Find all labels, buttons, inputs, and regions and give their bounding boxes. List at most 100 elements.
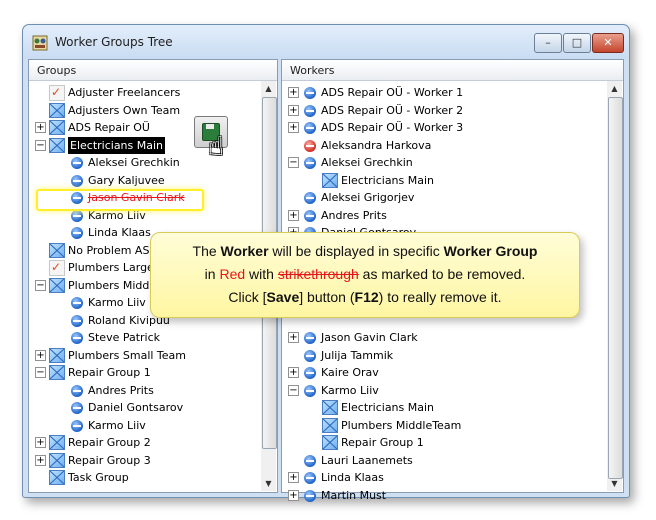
callout-line-1: The Worker will be displayed in specific…: [192, 243, 538, 259]
tree-row[interactable]: + ADS Repair OÜ - Worker 1: [282, 84, 512, 101]
group-icon: [322, 172, 338, 188]
maximize-icon: □: [571, 36, 583, 49]
tree-row-label: Martin Must: [321, 488, 387, 502]
group-icon: [49, 347, 65, 363]
person-icon: [71, 384, 83, 397]
expand-icon[interactable]: +: [288, 489, 299, 501]
removed-worker-highlight: [36, 189, 204, 211]
person-red-icon: [304, 139, 316, 152]
workers-header[interactable]: Workers: [282, 60, 623, 81]
tree-row-label: Aleksei Grigorjev: [321, 191, 415, 204]
person-icon: [71, 332, 83, 344]
close-button[interactable]: ✕: [592, 33, 624, 53]
tree-row[interactable]: Aleksei Grechkin: [29, 154, 259, 171]
tree-row[interactable]: + ADS Repair OÜ - Worker 2: [282, 102, 512, 119]
tree-row[interactable]: Julija Tammik: [282, 347, 512, 364]
minimize-icon: –: [545, 36, 551, 49]
tree-row[interactable]: + Linda Klaas: [282, 469, 512, 486]
workers-scrollbar[interactable]: ▲ ▼: [607, 81, 623, 491]
expand-icon[interactable]: +: [288, 104, 299, 116]
expand-icon[interactable]: +: [288, 367, 299, 378]
tree-row[interactable]: Steve Patrick: [29, 329, 259, 346]
close-icon: ✕: [603, 36, 613, 49]
tree-row-label: Linda Klaas: [321, 471, 384, 484]
expand-icon[interactable]: +: [288, 472, 299, 483]
expand-icon[interactable]: +: [35, 454, 46, 466]
tree-row[interactable]: + Kaire Orav: [282, 364, 512, 381]
tree-row[interactable]: + ADS Repair OÜ - Worker 3: [282, 119, 512, 136]
collapse-icon[interactable]: −: [35, 139, 46, 151]
maximize-button[interactable]: □: [563, 33, 591, 53]
tree-app-icon: [32, 35, 48, 51]
expand-icon[interactable]: +: [288, 209, 299, 221]
tree-row-label: Andres Prits: [321, 208, 387, 222]
tree-row-label: Aleksandra Harkova: [321, 138, 432, 152]
tree-row-label: Karmo Liiv: [88, 296, 146, 309]
expand-icon[interactable]: +: [288, 122, 299, 133]
group-icon: [49, 137, 65, 153]
collapse-icon[interactable]: −: [288, 384, 299, 396]
person-icon: [304, 192, 316, 204]
scrollbar-thumb[interactable]: [608, 97, 623, 479]
tree-row[interactable]: Plumbers MiddleTeam: [282, 417, 512, 434]
tree-row[interactable]: Gary Kaljuvee: [29, 172, 259, 189]
collapse-icon[interactable]: −: [35, 279, 46, 291]
title-bar: Worker Groups Tree – □ ✕: [23, 25, 629, 59]
groups-header[interactable]: Groups: [29, 60, 277, 81]
tree-row[interactable]: Adjuster Freelancers: [29, 84, 259, 101]
tree-row-label: Adjuster Freelancers: [68, 86, 181, 99]
person-icon: [304, 472, 316, 484]
tree-row[interactable]: + Andres Prits: [282, 207, 512, 224]
group-icon: [49, 470, 65, 485]
expand-icon[interactable]: +: [288, 87, 299, 98]
tree-row-label: Aleksei Grechkin: [321, 156, 413, 169]
tree-row[interactable]: Aleksandra Harkova: [282, 137, 512, 154]
person-icon: [304, 489, 316, 502]
expand-icon[interactable]: +: [35, 122, 46, 133]
pointer-hand-icon: ☝: [208, 132, 224, 162]
person-icon: [71, 174, 83, 187]
scroll-down-icon[interactable]: ▼: [261, 476, 276, 491]
tree-row[interactable]: + Repair Group 3: [29, 452, 259, 469]
tree-row[interactable]: Task Group: [29, 469, 259, 486]
tree-row-label: Electricians Main: [341, 173, 435, 187]
tree-row[interactable]: + Repair Group 2: [29, 434, 259, 451]
tree-row[interactable]: Aleksei Grigorjev: [282, 189, 512, 206]
tree-row-label: Plumbers Small Team: [68, 348, 186, 362]
tree-row[interactable]: Lauri Laanemets: [282, 452, 512, 469]
person-icon: [71, 314, 83, 327]
collapse-icon[interactable]: −: [35, 367, 46, 378]
tree-row[interactable]: − Repair Group 1: [29, 364, 259, 381]
tree-row[interactable]: Andres Prits: [29, 382, 259, 399]
tree-row[interactable]: − Karmo Liiv: [282, 382, 512, 399]
person-icon: [304, 454, 316, 467]
expand-icon[interactable]: +: [35, 349, 46, 361]
group-icon: [322, 435, 338, 450]
tree-row[interactable]: Electricians Main: [282, 172, 512, 189]
group-icon: [49, 102, 65, 118]
tree-row-label: Lauri Laanemets: [321, 453, 413, 467]
scroll-up-icon[interactable]: ▲: [261, 81, 276, 96]
tree-row-label: Daniel Gontsarov: [88, 401, 184, 414]
tree-row[interactable]: + Plumbers Small Team: [29, 347, 259, 364]
tree-row-label: Steve Patrick: [88, 331, 161, 344]
tree-row[interactable]: Repair Group 1: [282, 434, 512, 451]
tree-row[interactable]: + Jason Gavin Clark: [282, 329, 512, 346]
tree-row-label: Kaire Orav: [321, 366, 379, 379]
tree-row[interactable]: Karmo Liiv: [29, 417, 259, 434]
scroll-down-icon[interactable]: ▼: [607, 476, 622, 491]
scroll-up-icon[interactable]: ▲: [607, 81, 622, 96]
expand-icon[interactable]: +: [288, 332, 299, 343]
minimize-button[interactable]: –: [534, 33, 562, 53]
tree-row[interactable]: Daniel Gontsarov: [29, 399, 259, 416]
collapse-icon[interactable]: −: [288, 157, 299, 168]
tree-row[interactable]: Electricians Main: [282, 399, 512, 416]
expand-icon[interactable]: +: [35, 437, 46, 448]
person-icon: [71, 402, 83, 414]
person-icon: [304, 332, 316, 344]
tree-row[interactable]: − Aleksei Grechkin: [282, 154, 512, 171]
group-icon: [49, 452, 65, 468]
person-icon: [304, 209, 316, 222]
person-icon: [304, 104, 316, 117]
tree-row[interactable]: + Martin Must: [282, 487, 512, 504]
